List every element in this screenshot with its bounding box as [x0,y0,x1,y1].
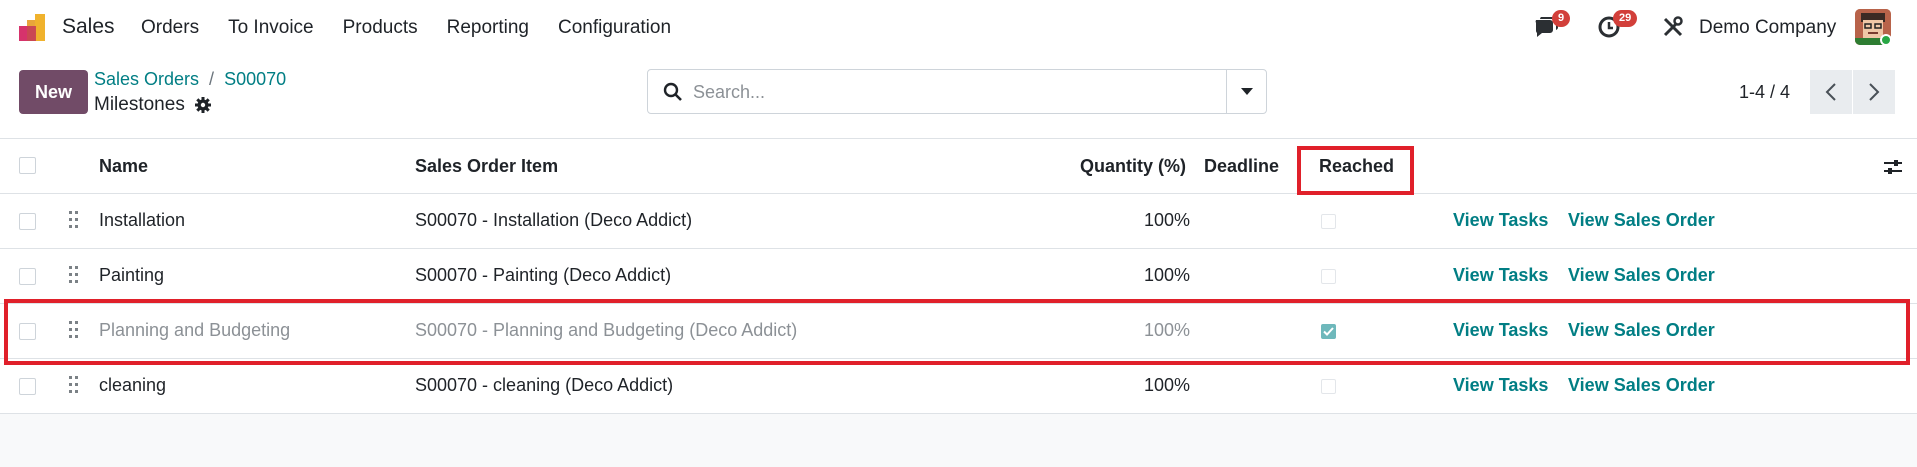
row-checkbox[interactable] [19,378,36,395]
row-checkbox[interactable] [19,213,36,230]
column-name[interactable]: Name [99,156,148,177]
view-sales-order-link[interactable]: View Sales Order [1568,375,1715,396]
row-checkbox[interactable] [19,323,36,340]
company-switcher[interactable]: Demo Company [1699,17,1836,39]
column-reached[interactable]: Reached [1319,156,1394,177]
milestone-name[interactable]: Painting [99,265,164,286]
table-row[interactable]: Planning and Budgeting S00070 - Planning… [0,304,1917,359]
milestone-name[interactable]: Planning and Budgeting [99,320,290,341]
menu-orders[interactable]: Orders [141,17,199,39]
page-title: Milestones [94,94,185,115]
chevron-right-icon [1869,83,1880,101]
tools-icon [1663,16,1683,37]
breadcrumb-order[interactable]: S00070 [224,69,286,89]
activities-count-badge: 29 [1613,10,1638,27]
column-quantity[interactable]: Quantity (%) [1080,156,1186,177]
sales-order-item[interactable]: S00070 - Installation (Deco Addict) [415,210,692,231]
sales-app-icon[interactable] [18,12,50,42]
drag-handle-icon[interactable] [69,320,79,340]
top-navbar: Sales Orders To Invoice Products Reporti… [0,0,1917,55]
caret-down-icon [1240,87,1253,95]
view-tasks-link[interactable]: View Tasks [1453,265,1548,286]
checkmark-icon [1323,327,1334,336]
menu-to-invoice[interactable]: To Invoice [228,17,314,39]
search-options-toggle[interactable] [1226,70,1266,113]
main-menu: Orders To Invoice Products Reporting Con… [141,17,700,39]
reached-checkbox[interactable] [1321,214,1336,229]
reached-checkbox[interactable] [1321,269,1336,284]
pager-next-button[interactable] [1853,70,1895,114]
reached-checkbox[interactable] [1321,324,1336,339]
search-input[interactable]: Search... [693,82,765,103]
sales-order-item[interactable]: S00070 - Painting (Deco Addict) [415,265,671,286]
optional-columns-icon[interactable] [1883,158,1903,176]
table-header: Name Sales Order Item Quantity (%) Deadl… [0,139,1917,194]
control-panel: New Sales Orders / S00070 Milestones Searc… [0,55,1917,139]
reached-checkbox[interactable] [1321,379,1336,394]
drag-handle-icon[interactable] [69,375,79,395]
quantity-value: 100% [1144,210,1191,230]
milestone-name[interactable]: Installation [99,210,185,231]
pager-value[interactable]: 1-4 / 4 [1739,82,1790,103]
quantity-value: 100% [1144,375,1191,395]
menu-configuration[interactable]: Configuration [558,17,671,39]
online-status-dot [1880,34,1892,46]
gear-icon[interactable] [194,97,211,113]
view-tasks-link[interactable]: View Tasks [1453,375,1548,396]
sales-order-item[interactable]: S00070 - cleaning (Deco Addict) [415,375,673,396]
view-sales-order-link[interactable]: View Sales Order [1568,320,1715,341]
row-checkbox[interactable] [19,268,36,285]
select-all-checkbox[interactable] [19,157,36,174]
column-deadline[interactable]: Deadline [1204,156,1279,177]
column-sales-order-item[interactable]: Sales Order Item [415,156,558,177]
quantity-value: 100% [1144,320,1191,340]
drag-handle-icon[interactable] [69,265,79,285]
table-row[interactable]: Painting S00070 - Painting (Deco Addict)… [0,249,1917,304]
menu-reporting[interactable]: Reporting [447,17,529,39]
table-row[interactable]: cleaning S00070 - cleaning (Deco Addict)… [0,359,1917,414]
milestone-name[interactable]: cleaning [99,375,166,396]
app-name[interactable]: Sales [62,15,115,39]
page-title-row: Milestones [94,94,211,116]
search-icon [663,82,682,101]
table-row[interactable]: Installation S00070 - Installation (Deco… [0,194,1917,249]
view-tasks-link[interactable]: View Tasks [1453,320,1548,341]
view-sales-order-link[interactable]: View Sales Order [1568,210,1715,231]
breadcrumb: Sales Orders / S00070 [94,69,286,90]
chevron-left-icon [1825,83,1836,101]
quantity-value: 100% [1144,265,1191,285]
breadcrumb-separator: / [209,69,215,89]
debug-tools-button[interactable] [1662,10,1684,44]
view-sales-order-link[interactable]: View Sales Order [1568,265,1715,286]
messages-count-badge: 9 [1552,10,1571,27]
breadcrumb-sales-orders[interactable]: Sales Orders [94,69,199,89]
drag-handle-icon[interactable] [69,210,79,230]
menu-products[interactable]: Products [343,17,418,39]
search-bar[interactable]: Search... [647,69,1267,114]
view-tasks-link[interactable]: View Tasks [1453,210,1548,231]
pager-previous-button[interactable] [1810,70,1852,114]
sales-order-item[interactable]: S00070 - Planning and Budgeting (Deco Ad… [415,320,797,341]
new-button[interactable]: New [19,70,88,114]
